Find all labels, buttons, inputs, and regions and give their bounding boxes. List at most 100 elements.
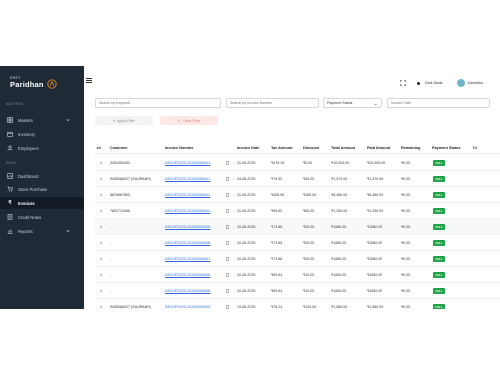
copy-icon[interactable] <box>226 288 229 293</box>
box-icon <box>7 131 13 137</box>
cell-id: 1 <box>100 241 102 245</box>
cell-remaining: ₹0.00 <box>401 241 411 245</box>
cell-invoice-number[interactable]: INV/OP/2025-2026/0000006 <box>165 273 210 277</box>
cell-id: 1 <box>100 225 102 229</box>
sidebar-item-invoices[interactable]: ₹ Invoices <box>0 197 84 209</box>
sidebar-item-label: Inventory <box>18 131 36 137</box>
column-header-paid-amount[interactable]: Paid Amount <box>367 146 390 150</box>
cell-id: 1 <box>100 161 102 165</box>
brand[interactable]: ERET Paridhan <box>10 76 80 100</box>
cell-remaining: ₹0.00 <box>401 225 411 229</box>
copy-icon[interactable] <box>226 240 229 245</box>
cell-invoice-date: 20-06-2025 <box>237 289 256 293</box>
cell-invoice-number[interactable]: INV/OP/2025-2026/0000012 <box>165 177 210 181</box>
sidebar-item-credit-notes[interactable]: Credit Notes <box>0 211 84 223</box>
fullscreen-icon[interactable] <box>400 80 406 86</box>
sidebar-item-stock-purchase[interactable]: Stock Purchase <box>0 183 84 195</box>
table-row[interactable]: 1 8876967890 INV/OP/2025-2026/0000011 21-06… <box>95 187 500 203</box>
copy-icon[interactable] <box>226 160 229 165</box>
copy-icon[interactable] <box>226 256 229 261</box>
column-header-id[interactable]: -id <box>96 146 101 150</box>
cell-invoice-number[interactable]: INV/OP/2025-2026/0000009 <box>165 225 210 229</box>
table-row[interactable]: 1 - INV/OP/2025-2026/0000008 20-06-2025 ₹73.… <box>95 235 500 251</box>
apply-filter-button[interactable]: ▾ Apply Filter <box>95 116 153 125</box>
cell-discount: ₹10.00 <box>303 289 315 293</box>
copy-icon[interactable] <box>226 176 229 181</box>
cell-customer: 7891723456 <box>110 209 130 213</box>
invoice-date-input[interactable] <box>387 98 490 108</box>
cell-invoice-number[interactable]: INV/OP/2025-2026/0000010 <box>165 209 210 213</box>
payment-status-select[interactable]: Payment Status <box>323 98 382 108</box>
copy-icon[interactable] <box>226 192 229 197</box>
table-row[interactable]: 1 7891723456 INV/OP/2025-2026/0000010 21-06… <box>95 203 500 219</box>
copy-icon[interactable] <box>226 304 229 309</box>
top-bar: Dark Mode Kanishka <box>84 66 500 94</box>
cell-invoice-number[interactable]: INV/OP/2025-2026/0000005 <box>165 289 210 293</box>
column-header-cr[interactable]: Cr <box>473 146 477 150</box>
cell-discount: ₹20.00 <box>303 225 315 229</box>
sidebar-item-employees[interactable]: Employees <box>0 142 84 154</box>
column-header-customer[interactable]: Customer <box>110 146 128 150</box>
cell-tax-amount: ₹73.85 <box>271 241 283 245</box>
sidebar: ERET Paridhan MASTERS Masters Inventory <box>0 66 84 309</box>
chart-icon <box>7 228 13 234</box>
column-header-payment-status[interactable]: Payment Status <box>432 146 461 150</box>
sidebar-item-label: Credit Notes <box>18 214 42 220</box>
table-row[interactable]: 1 - INV/OP/2025-2026/0000007 20-06-2025 ₹73.… <box>95 251 500 267</box>
column-header-discount[interactable]: Discount <box>303 146 319 150</box>
table-row[interactable]: 1 9495368927 (SAURABH) INV/OP/2025-2026/00… <box>95 171 500 187</box>
copy-icon[interactable] <box>226 224 229 229</box>
column-header-invoice-date[interactable]: Invoice Date <box>237 146 259 150</box>
cell-paid-amount: ₹1580.00 <box>367 241 383 245</box>
cell-discount: ₹0.00 <box>303 161 313 165</box>
cell-total-amount: ₹1,250.00 <box>331 209 348 213</box>
cell-remaining: ₹0.00 <box>401 193 411 197</box>
cell-invoice-number[interactable]: INV/OP/2025-2026/0000008 <box>165 241 210 245</box>
table-row[interactable]: 1 9495368927 (SAURABH) INV/OP/2025-2026/00… <box>95 299 500 309</box>
cell-paid-amount: ₹10,000.00 <box>367 161 386 165</box>
cell-invoice-number[interactable]: INV/OP/2025-2026/0000013 <box>165 161 210 165</box>
column-header-invoice-number[interactable]: Invoice Number <box>165 146 193 150</box>
sidebar-item-label: Stock Purchase <box>18 186 48 192</box>
sidebar-item-reports[interactable]: Reports <box>0 225 84 237</box>
cell-paid-amount: ₹1580.00 <box>367 225 383 229</box>
rupee-icon: ₹ <box>8 200 12 206</box>
table-row[interactable]: 1 3454353454 INV/OP/2025-2026/0000013 21-06… <box>95 155 500 171</box>
cell-customer: - <box>110 273 112 277</box>
chevron-down-icon <box>374 103 377 105</box>
user-name[interactable]: Kanishka <box>468 81 483 85</box>
sidebar-item-masters[interactable]: Masters <box>0 114 84 126</box>
column-header-tax-amount[interactable]: Tax Amount <box>271 146 293 150</box>
column-header-total-amount[interactable]: Total Amount <box>331 146 355 150</box>
sidebar-item-inventory[interactable]: Inventory <box>0 128 84 140</box>
table-row[interactable]: 1 - INV/OP/2025-2026/0000006 20-06-2025 ₹69.… <box>95 267 500 283</box>
sidebar-item-dashboard[interactable]: Dashboard <box>0 170 84 182</box>
keyword-search-input[interactable] <box>95 98 221 108</box>
cell-total-amount: ₹1580.00 <box>331 241 347 245</box>
cell-invoice-date: 19-06-2025 <box>237 305 256 309</box>
cell-customer: 8876967890 <box>110 193 130 197</box>
cell-remaining: ₹0.00 <box>401 161 411 165</box>
cell-invoice-number[interactable]: INV/OP/2025-2026/0000007 <box>165 257 210 261</box>
users-icon <box>7 145 13 151</box>
dark-mode-toggle[interactable] <box>417 82 420 85</box>
cell-invoice-number[interactable]: INV/OP/2025-2026/0000002 <box>165 305 210 309</box>
clear-filter-button[interactable]: ✕ Clear Filter <box>160 116 218 125</box>
cell-invoice-date: 21-06-2025 <box>237 161 256 165</box>
cell-discount: ₹120.00 <box>303 305 317 309</box>
table-row[interactable]: 1 - INV/OP/2025-2026/0000009 20-06-2025 ₹73.… <box>95 219 500 235</box>
cell-tax-amount: ₹75.24 <box>271 305 283 309</box>
invoice-number-search-input[interactable] <box>226 98 319 108</box>
menu-icon[interactable] <box>86 78 92 84</box>
cell-total-amount: ₹1550.00 <box>331 289 347 293</box>
avatar[interactable] <box>457 79 465 87</box>
cell-invoice-date: 21-06-2025 <box>237 209 256 213</box>
column-header-remaining[interactable]: Remaining <box>401 146 420 150</box>
clear-filter-label: Clear Filter <box>182 118 201 123</box>
cell-paid-amount: ₹1,570.00 <box>367 177 384 181</box>
copy-icon[interactable] <box>226 208 229 213</box>
cell-discount: ₹20.00 <box>303 241 315 245</box>
copy-icon[interactable] <box>226 272 229 277</box>
cell-invoice-number[interactable]: INV/OP/2025-2026/0000011 <box>165 193 210 197</box>
table-row[interactable]: 1 - INV/OP/2025-2026/0000005 20-06-2025 ₹69.… <box>95 283 500 299</box>
